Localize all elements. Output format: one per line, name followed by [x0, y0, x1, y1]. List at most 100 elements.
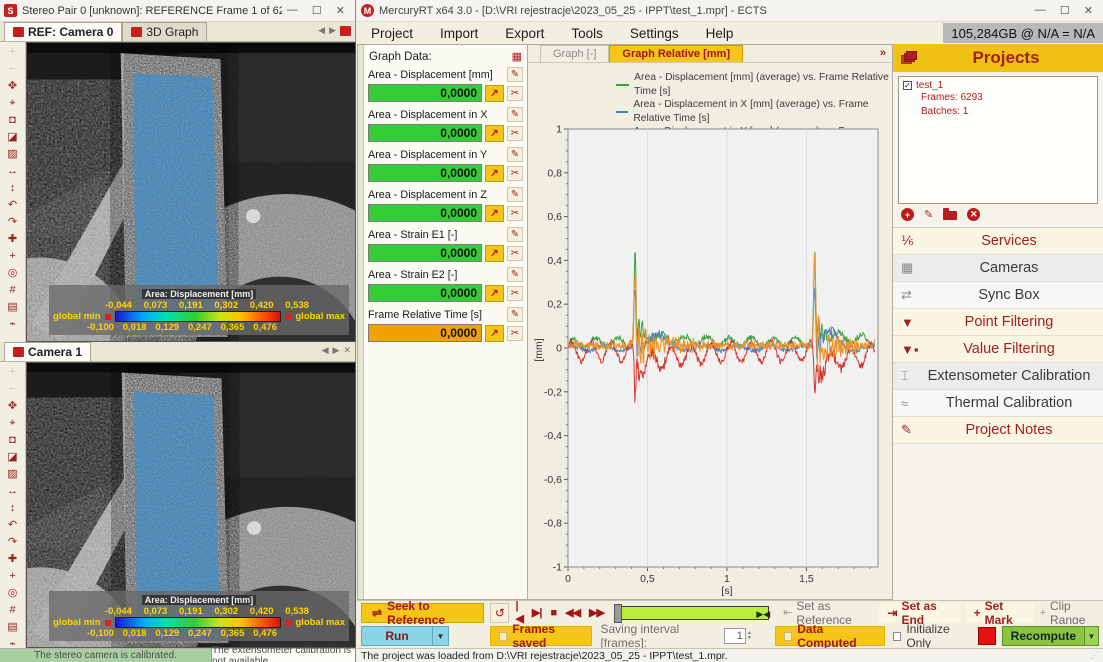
expand-vertical-icon[interactable]: ↕ — [10, 180, 16, 197]
remove-project-button[interactable]: ✕ — [967, 208, 980, 221]
image-icon[interactable]: ▨ — [7, 466, 17, 483]
edit-icon[interactable]: ✎ — [507, 147, 523, 162]
grid-icon[interactable]: # — [9, 602, 15, 619]
remove-icon[interactable]: ✂ — [507, 286, 523, 301]
edit-icon[interactable]: ✎ — [507, 187, 523, 202]
stop-button[interactable]: ■ — [550, 607, 556, 619]
close-button[interactable]: ✕ — [336, 4, 345, 17]
menu-export[interactable]: Export — [505, 26, 544, 41]
clip-range-button[interactable]: + Clip Range — [1040, 599, 1099, 627]
redo-icon[interactable]: ↷ — [8, 214, 17, 231]
plot-icon[interactable]: ↗ — [485, 325, 504, 342]
recompute-button[interactable]: Recompute ▼ — [1002, 626, 1099, 646]
spin-down-icon[interactable]: ▼ — [747, 636, 752, 641]
remove-icon[interactable]: ✂ — [507, 126, 523, 141]
add-project-button[interactable]: + — [901, 208, 914, 221]
initialize-only-checkbox[interactable] — [893, 632, 901, 641]
remove-icon[interactable]: ✂ — [507, 206, 523, 221]
maximize-button[interactable]: ☐ — [1060, 4, 1070, 17]
edit-icon[interactable]: ✎ — [507, 267, 523, 282]
camera-1-view[interactable]: Area: Displacement [mm]-0,0440,0730,1910… — [26, 362, 356, 648]
tab-ref-camera-0[interactable]: REF: Camera 0 — [4, 22, 122, 41]
copy-icon[interactable]: ▤ — [7, 619, 17, 636]
graph-data-settings-icon[interactable]: ▦ — [512, 50, 522, 63]
target-icon[interactable]: ◎ — [8, 265, 18, 282]
contrast-icon[interactable]: ◘ — [9, 112, 16, 129]
edit-icon[interactable]: ✎ — [507, 107, 523, 122]
service-row-point-filtering[interactable]: ▼Point Filtering — [893, 309, 1103, 336]
grid-icon[interactable]: # — [9, 282, 15, 299]
max-marker-icon[interactable] — [285, 314, 291, 320]
set-mark-button[interactable]: + Set Mark — [966, 603, 1034, 623]
project-checkbox[interactable]: ✓ — [903, 81, 912, 90]
close-button[interactable]: ✕ — [1084, 4, 1093, 17]
copy-icon[interactable]: ▤ — [7, 299, 17, 316]
remove-icon[interactable]: ✂ — [507, 326, 523, 341]
max-marker-icon[interactable] — [285, 620, 291, 626]
undo-icon[interactable]: ↶ — [8, 517, 17, 534]
tab-close-icon[interactable]: ✕ — [343, 345, 351, 356]
move-icon[interactable]: ✥ — [8, 398, 17, 415]
image-icon[interactable]: ▨ — [7, 146, 17, 163]
target-icon[interactable]: ◎ — [8, 585, 18, 602]
plot-icon[interactable]: ↗ — [485, 165, 504, 182]
projects-list[interactable]: ✓ test_1 Frames: 6293 Batches: 1 — [898, 76, 1098, 204]
service-row-services[interactable]: ⅙Services — [893, 228, 1103, 255]
tab-next-icon[interactable]: ▶ — [333, 345, 340, 356]
expand-arrow-icon[interactable]: » — [880, 47, 886, 59]
tab-next-icon[interactable]: ▶ — [329, 25, 336, 36]
menu-import[interactable]: Import — [440, 26, 478, 41]
saving-interval-value[interactable]: 1 — [724, 628, 746, 644]
minimize-button[interactable]: — — [1035, 4, 1046, 17]
move-icon[interactable]: ✥ — [8, 78, 17, 95]
service-row-cameras[interactable]: ▦Cameras — [893, 255, 1103, 282]
redo-icon[interactable]: ↷ — [8, 534, 17, 551]
rewind-button[interactable]: ◀◀ — [565, 606, 580, 619]
remove-icon[interactable]: ✂ — [507, 86, 523, 101]
contrast-icon[interactable]: ◘ — [9, 432, 16, 449]
min-marker-icon[interactable] — [105, 620, 111, 626]
set-as-end-button[interactable]: ⇥ Set as End — [879, 603, 959, 623]
project-item[interactable]: ✓ test_1 — [903, 80, 1093, 91]
threshold-icon[interactable]: ◪ — [7, 449, 17, 466]
service-row-thermal-calibration[interactable]: ≈Thermal Calibration — [893, 390, 1103, 417]
edit-icon[interactable]: ✎ — [507, 67, 523, 82]
tab-camera-1[interactable]: Camera 1 — [4, 342, 91, 361]
loop-button[interactable]: ↺ — [490, 603, 509, 623]
resize-grip[interactable]: ⋰ — [1090, 650, 1099, 661]
threshold-icon[interactable]: ◪ — [7, 129, 17, 146]
tools-icon[interactable]: ⌁ — [9, 316, 16, 333]
menu-project[interactable]: Project — [371, 26, 413, 41]
initialize-only-checkbox-row[interactable]: Initialize Only — [893, 622, 970, 650]
expand-horizontal-icon[interactable]: ↔ — [7, 163, 18, 180]
abort-button[interactable] — [978, 627, 996, 645]
saving-interval-spinner[interactable]: 1 ▲▼ — [724, 628, 752, 644]
expand-vertical-icon[interactable]: ↕ — [10, 500, 16, 517]
graph-tab-0[interactable]: Graph [-] — [540, 45, 609, 62]
fit-view-icon[interactable]: ⌖ — [9, 415, 15, 432]
plot-icon[interactable]: ↗ — [485, 205, 504, 222]
camera-0-view[interactable]: Area: Displacement [mm]-0,0440,0730,1910… — [26, 42, 356, 342]
tab-prev-icon[interactable]: ◀ — [322, 345, 329, 356]
run-dropdown-icon[interactable]: ▼ — [433, 626, 449, 646]
run-button[interactable]: Run ▼ — [361, 626, 449, 646]
maximize-button[interactable]: ☐ — [312, 4, 322, 17]
menu-tools[interactable]: Tools — [571, 26, 603, 41]
data-computed-checkbox[interactable] — [784, 632, 792, 641]
service-row-sync-box[interactable]: ⇄Sync Box — [893, 282, 1103, 309]
frames-saved-checkbox[interactable] — [499, 632, 507, 641]
undo-icon[interactable]: ↶ — [8, 197, 17, 214]
seek-end-button[interactable]: ▶| — [532, 606, 542, 619]
fit-view-icon[interactable]: ⌖ — [9, 95, 15, 112]
plot-icon[interactable]: ↗ — [485, 285, 504, 302]
add-point-icon[interactable]: + — [9, 568, 15, 585]
recompute-dropdown-icon[interactable]: ▼ — [1085, 626, 1099, 646]
plot-icon[interactable]: ↗ — [485, 85, 504, 102]
add-area-icon[interactable]: ✚ — [8, 551, 17, 568]
timeline-handle[interactable] — [614, 604, 622, 623]
tab-prev-icon[interactable]: ◀ — [318, 25, 325, 36]
min-marker-icon[interactable] — [105, 314, 111, 320]
menu-help[interactable]: Help — [706, 26, 734, 41]
expand-horizontal-icon[interactable]: ↔ — [7, 483, 18, 500]
add-point-icon[interactable]: + — [9, 248, 15, 265]
